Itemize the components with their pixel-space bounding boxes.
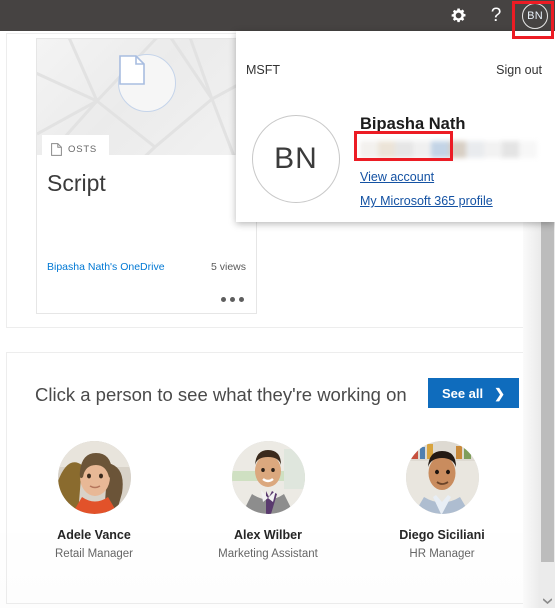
suite-bar: ? BN	[0, 0, 555, 31]
avatar	[405, 441, 479, 514]
account-avatar-button[interactable]: BN	[515, 0, 555, 31]
app-root: OSTS Script Bipasha Nath's OneDrive 5 vi…	[0, 0, 555, 608]
people-heading: Click a person to see what they're worki…	[35, 384, 407, 405]
document-card[interactable]: OSTS Script Bipasha Nath's OneDrive 5 vi…	[36, 38, 257, 314]
sign-out-link[interactable]: Sign out	[496, 63, 542, 77]
account-avatar-large: BN	[252, 115, 340, 203]
ellipsis-icon[interactable]	[221, 297, 244, 302]
account-flyout: MSFT Sign out BN Bipasha Nath View accou…	[236, 31, 555, 222]
view-account-link[interactable]: View account	[360, 170, 434, 184]
document-tag-label: OSTS	[68, 143, 98, 155]
document-source-link[interactable]: Bipasha Nath's OneDrive	[47, 261, 165, 273]
document-icon	[51, 142, 62, 156]
see-all-label: See all	[441, 385, 484, 401]
person-title: Marketing Assistant	[218, 548, 318, 560]
document-type-tag: OSTS	[42, 135, 110, 163]
person-name: Alex Wilber	[234, 528, 302, 542]
person-title: HR Manager	[409, 548, 475, 560]
person-card-adele-vance[interactable]: Adele Vance Retail Manager	[7, 441, 181, 560]
document-view-count: 5 views	[210, 261, 246, 273]
see-all-button[interactable]: See all ❯	[428, 378, 519, 408]
avatar	[57, 441, 131, 514]
avatar	[231, 441, 305, 514]
document-title: Script	[47, 170, 106, 196]
chevron-down-icon[interactable]	[542, 597, 553, 604]
chevron-right-icon: ❯	[494, 385, 506, 401]
settings-button[interactable]	[439, 0, 477, 31]
person-name: Adele Vance	[57, 528, 131, 542]
people-list: Adele Vance Retail Manager Alex Wilber M…	[7, 441, 529, 560]
question-mark-icon: ?	[490, 5, 502, 26]
document-thumbnail-icon	[117, 54, 176, 112]
account-email-redacted	[360, 141, 537, 158]
tenant-name: MSFT	[246, 63, 281, 77]
person-title: Retail Manager	[55, 548, 133, 560]
person-name: Diego Siciliani	[399, 528, 485, 542]
document-footer: Bipasha Nath's OneDrive 5 views	[47, 261, 246, 273]
gear-icon	[451, 8, 465, 23]
person-card-diego-siciliani[interactable]: Diego Siciliani HR Manager	[355, 441, 529, 560]
account-display-name: Bipasha Nath	[360, 115, 466, 133]
flyout-header: MSFT Sign out	[236, 31, 555, 86]
microsoft-365-profile-link[interactable]: My Microsoft 365 profile	[360, 194, 493, 208]
person-card-alex-wilber[interactable]: Alex Wilber Marketing Assistant	[181, 441, 355, 560]
help-button[interactable]: ?	[477, 0, 515, 31]
avatar: BN	[522, 2, 548, 29]
